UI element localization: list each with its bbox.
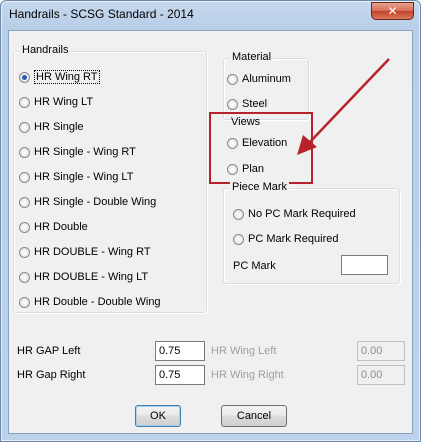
annotation-arrow-icon (297, 58, 390, 155)
radio-label: HR Double - Double Wing (34, 296, 161, 308)
radio-circle[interactable] (19, 296, 30, 308)
radio-plan[interactable]: Plan (227, 161, 264, 177)
hr-gap-left-label: HR GAP Left (17, 345, 81, 357)
hr-wing-left-label: HR Wing Left (211, 345, 277, 357)
radio-label: Aluminum (242, 73, 291, 85)
pc-mark-label: PC Mark (233, 260, 276, 272)
radio-elevation[interactable]: Elevation (227, 135, 287, 151)
hr-wing-right-input[interactable] (357, 365, 405, 385)
title-bar[interactable]: Handrails - SCSG Standard - 2014 ✕ (1, 1, 420, 29)
radio-label: HR Single - Wing LT (34, 171, 134, 183)
radio-circle-checked[interactable] (19, 71, 30, 83)
hr-gap-right-input[interactable] (155, 365, 205, 385)
radio-label: HR Single - Wing RT (34, 146, 136, 158)
radio-hr-single-wing-lt[interactable]: HR Single - Wing LT (19, 169, 133, 185)
ok-button[interactable]: OK (135, 405, 181, 427)
radio-hr-single-wing-rt[interactable]: HR Single - Wing RT (19, 144, 136, 160)
cancel-button[interactable]: Cancel (221, 405, 287, 427)
radio-hr-wing-lt[interactable]: HR Wing LT (19, 94, 93, 110)
radio-label: HR Single (34, 121, 84, 133)
radio-aluminum[interactable]: Aluminum (227, 71, 291, 87)
radio-hr-double-wing-lt[interactable]: HR DOUBLE - Wing LT (19, 269, 148, 285)
pc-mark-input[interactable] (341, 255, 388, 275)
radio-circle[interactable] (227, 98, 238, 110)
radio-label: HR DOUBLE - Wing LT (34, 271, 149, 283)
piece-mark-group-label: Piece Mark (230, 181, 290, 193)
radio-label: PC Mark Required (248, 233, 339, 245)
dialog-client-area: Handrails HR Wing RT HR Wing LT HR Singl… (8, 30, 413, 434)
radio-circle[interactable] (233, 208, 244, 220)
radio-label: Steel (242, 98, 268, 110)
radio-steel[interactable]: Steel (227, 96, 267, 112)
radio-circle[interactable] (227, 163, 238, 175)
radio-label: Plan (242, 163, 265, 175)
radio-circle[interactable] (19, 246, 30, 258)
radio-label: HR Wing LT (34, 96, 94, 108)
dialog-window: Handrails - SCSG Standard - 2014 ✕ Handr… (0, 0, 421, 442)
radio-label: HR Double (34, 221, 88, 233)
radio-hr-double-double-wing[interactable]: HR Double - Double Wing (19, 294, 161, 310)
radio-hr-single[interactable]: HR Single (19, 119, 84, 135)
ok-button-label: OK (150, 410, 166, 422)
radio-circle[interactable] (227, 73, 238, 85)
hr-gap-right-label: HR Gap Right (17, 369, 86, 381)
handrails-group-label: Handrails (20, 44, 71, 56)
radio-no-pc-mark[interactable]: No PC Mark Required (233, 206, 356, 222)
radio-circle[interactable] (19, 146, 30, 158)
radio-label: Elevation (242, 137, 288, 149)
radio-hr-double[interactable]: HR Double (19, 219, 88, 235)
hr-gap-left-input[interactable] (155, 341, 205, 361)
close-button[interactable]: ✕ (371, 2, 414, 20)
radio-label: HR Single - Double Wing (34, 196, 157, 208)
cancel-button-label: Cancel (236, 410, 272, 422)
material-group-label: Material (230, 51, 274, 63)
radio-circle[interactable] (233, 233, 244, 245)
radio-label: HR DOUBLE - Wing RT (34, 246, 151, 258)
radio-circle[interactable] (19, 171, 30, 183)
window-title: Handrails - SCSG Standard - 2014 (9, 7, 194, 21)
radio-label: No PC Mark Required (248, 208, 356, 220)
hr-wing-right-label: HR Wing Right (211, 369, 284, 381)
views-group-label: Views (231, 116, 261, 128)
radio-circle[interactable] (19, 96, 30, 108)
radio-circle[interactable] (19, 196, 30, 208)
radio-pc-mark-required[interactable]: PC Mark Required (233, 231, 338, 247)
radio-circle[interactable] (19, 121, 30, 133)
radio-label: HR Wing RT (34, 70, 100, 84)
radio-hr-single-double-wing[interactable]: HR Single - Double Wing (19, 194, 156, 210)
radio-hr-wing-rt[interactable]: HR Wing RT (19, 69, 100, 85)
hr-wing-left-input[interactable] (357, 341, 405, 361)
radio-hr-double-wing-rt[interactable]: HR DOUBLE - Wing RT (19, 244, 151, 260)
radio-circle[interactable] (19, 271, 30, 283)
close-icon: ✕ (387, 4, 398, 18)
radio-circle[interactable] (227, 137, 238, 149)
radio-circle[interactable] (19, 221, 30, 233)
